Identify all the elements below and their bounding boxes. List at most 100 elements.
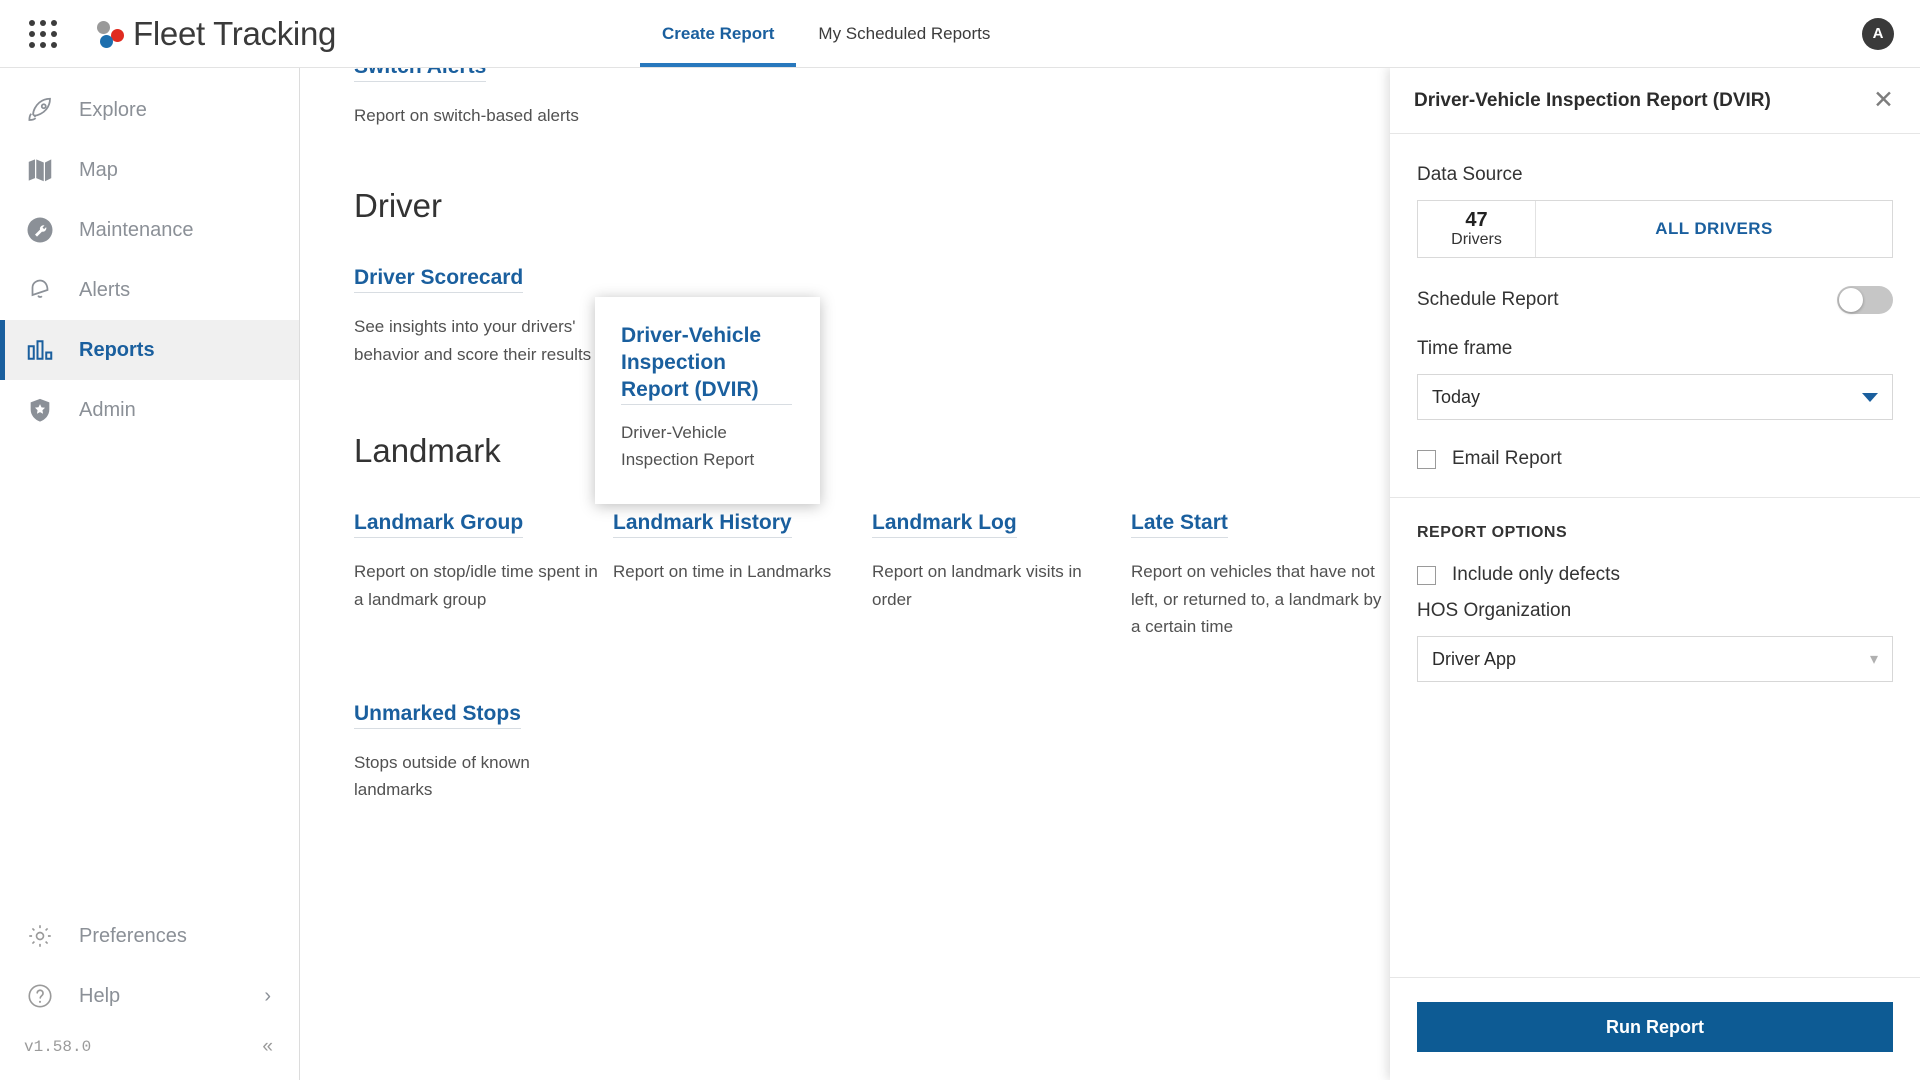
collapse-sidebar-button[interactable]: « xyxy=(262,1036,273,1058)
email-report-label: Email Report xyxy=(1452,448,1562,469)
report-card-link[interactable]: Unmarked Stops xyxy=(354,702,521,729)
timeframe-label: Time frame xyxy=(1417,338,1513,359)
panel-body: Data Source 47 Drivers ALL DRIVERS Sched… xyxy=(1390,134,1920,470)
report-card-title: Driver-Vehicle Inspection Report (DVIR) xyxy=(621,323,792,405)
sidebar-item-admin[interactable]: Admin xyxy=(0,380,299,440)
report-card-title: Driver Scorecard xyxy=(354,265,524,294)
include-defects-row[interactable]: Include only defects xyxy=(1417,564,1893,586)
report-config-panel: Driver-Vehicle Inspection Report (DVIR) … xyxy=(1390,68,1920,1080)
report-card-title: Unmarked Stops xyxy=(354,701,521,729)
sidebar-item-admin-label: Admin xyxy=(79,398,136,421)
section-title-driver: Driver xyxy=(354,187,442,225)
report-card-landmark-group[interactable]: Landmark Group Report on stop/idle time … xyxy=(354,510,613,640)
sidebar-item-help-label: Help xyxy=(79,984,121,1007)
grid-apps-icon[interactable] xyxy=(26,17,60,51)
body: Explore Map Maintenance Alerts Reports A… xyxy=(0,68,1920,1080)
run-report-button[interactable]: Run Report xyxy=(1417,1002,1893,1052)
report-card-title: Landmark Log xyxy=(872,510,1017,539)
sidebar-nav: Explore Map Maintenance Alerts Reports A… xyxy=(0,68,299,440)
app-root: Fleet Tracking Create Report My Schedule… xyxy=(0,0,1920,1080)
report-card-title: Landmark Group xyxy=(354,510,524,539)
sidebar-item-explore[interactable]: Explore xyxy=(0,80,299,140)
spacer-timeframe xyxy=(1417,314,1893,338)
report-card-switch-alerts[interactable]: Switch Alerts Report on switch-based ale… xyxy=(354,68,616,129)
report-card-unmarked-stops[interactable]: Unmarked Stops Stops outside of known la… xyxy=(354,701,616,804)
report-card-link[interactable]: Landmark History xyxy=(613,511,792,539)
tab-my-scheduled-reports[interactable]: My Scheduled Reports xyxy=(796,0,1012,67)
report-card-desc: See insights into your drivers' behavior… xyxy=(354,317,592,364)
question-circle-icon xyxy=(23,979,57,1013)
landmark-card-row-2: Unmarked Stops Stops outside of known la… xyxy=(354,701,1390,804)
brand-logo[interactable]: Fleet Tracking xyxy=(96,15,336,53)
sidebar-item-preferences[interactable]: Preferences xyxy=(0,906,299,966)
report-card-link[interactable]: Switch Alerts xyxy=(354,68,487,82)
report-card-link[interactable]: Late Start xyxy=(1131,511,1228,539)
report-card-dvir-hovered[interactable]: Driver-Vehicle Inspection Report (DVIR) … xyxy=(595,297,820,504)
report-card-link[interactable]: Driver Scorecard xyxy=(354,266,524,294)
report-card-link[interactable]: Landmark Log xyxy=(872,511,1017,539)
rocket-icon xyxy=(23,93,57,127)
sidebar-item-map-label: Map xyxy=(79,158,118,181)
report-card-title: Landmark History xyxy=(613,510,792,539)
spacer-driver xyxy=(354,129,1390,187)
sidebar-item-help[interactable]: Help › xyxy=(0,966,299,1026)
sidebar-item-alerts[interactable]: Alerts xyxy=(0,260,299,320)
sidebar-item-reports[interactable]: Reports xyxy=(0,320,299,380)
sidebar-item-explore-label: Explore xyxy=(79,98,147,121)
section-title-landmark: Landmark xyxy=(354,432,501,470)
schedule-report-toggle[interactable] xyxy=(1837,286,1893,314)
sidebar-footer: v1.58.0 « xyxy=(0,1026,299,1080)
chevron-down-icon xyxy=(1862,392,1878,402)
report-catalog: Switch Alerts Report on switch-based ale… xyxy=(300,68,1390,804)
header-tabs: Create Report My Scheduled Reports xyxy=(640,0,1012,67)
report-options-body: Include only defects HOS Organization Dr… xyxy=(1390,542,1920,682)
data-source-control[interactable]: 47 Drivers ALL DRIVERS xyxy=(1417,200,1893,258)
email-report-checkbox[interactable] xyxy=(1417,449,1436,469)
sidebar-item-maintenance[interactable]: Maintenance xyxy=(0,200,299,260)
data-source-label: Data Source xyxy=(1417,164,1523,185)
report-card-link[interactable]: Landmark Group xyxy=(354,511,524,539)
report-card-link[interactable]: Driver-Vehicle Inspection Report (DVIR) xyxy=(621,324,792,405)
report-card-landmark-log[interactable]: Landmark Log Report on landmark visits i… xyxy=(872,510,1131,640)
panel-title: Driver-Vehicle Inspection Report (DVIR) xyxy=(1414,89,1771,111)
report-card-desc: Report on time in Landmarks xyxy=(613,562,832,582)
shield-star-icon xyxy=(23,393,57,427)
data-source-count-number: 47 xyxy=(1465,208,1488,231)
main-content: Switch Alerts Report on switch-based ale… xyxy=(300,68,1390,1080)
sidebar-item-map[interactable]: Map xyxy=(0,140,299,200)
report-card-desc: Report on landmark visits in order xyxy=(872,562,1082,609)
sidebar: Explore Map Maintenance Alerts Reports A… xyxy=(0,68,300,1080)
chevron-down-icon: ▾ xyxy=(1869,651,1878,668)
version-label: v1.58.0 xyxy=(24,1038,92,1056)
bar-chart-icon xyxy=(23,333,57,367)
report-card-desc: Report on vehicles that have not left, o… xyxy=(1131,562,1382,637)
report-card-title: Late Start xyxy=(1131,510,1228,539)
report-options-heading: REPORT OPTIONS xyxy=(1417,524,1568,541)
report-card-landmark-history[interactable]: Landmark History Report on time in Landm… xyxy=(613,510,872,640)
tab-my-scheduled-reports-label: My Scheduled Reports xyxy=(818,23,991,43)
sidebar-item-preferences-label: Preferences xyxy=(79,924,187,947)
hos-organization-select[interactable]: Driver App ▾ xyxy=(1417,636,1893,682)
bell-icon xyxy=(23,273,57,307)
sidebar-item-maintenance-label: Maintenance xyxy=(79,218,194,241)
brand-dots-icon xyxy=(96,19,126,49)
map-icon xyxy=(23,153,57,187)
panel-footer: Run Report xyxy=(1390,977,1920,1080)
report-card-title: Switch Alerts xyxy=(354,68,487,82)
data-source-selection-button[interactable]: ALL DRIVERS xyxy=(1536,201,1892,257)
timeframe-select[interactable]: Today xyxy=(1417,374,1893,420)
avatar[interactable]: A xyxy=(1862,17,1894,50)
gear-icon xyxy=(23,919,57,953)
report-card-driver-scorecard[interactable]: Driver Scorecard See insights into your … xyxy=(354,265,616,368)
landmark-card-row-1: Landmark Group Report on stop/idle time … xyxy=(354,510,1390,640)
schedule-report-label: Schedule Report xyxy=(1417,289,1559,310)
tab-create-report[interactable]: Create Report xyxy=(640,0,797,67)
tab-create-report-label: Create Report xyxy=(662,23,775,43)
include-defects-checkbox[interactable] xyxy=(1417,565,1436,585)
spacer-landmark xyxy=(354,368,1390,432)
email-report-row[interactable]: Email Report xyxy=(1417,448,1893,470)
hos-organization-label: HOS Organization xyxy=(1417,600,1572,621)
close-icon[interactable]: ✕ xyxy=(1873,88,1894,113)
report-card-late-start[interactable]: Late Start Report on vehicles that have … xyxy=(1131,510,1390,640)
